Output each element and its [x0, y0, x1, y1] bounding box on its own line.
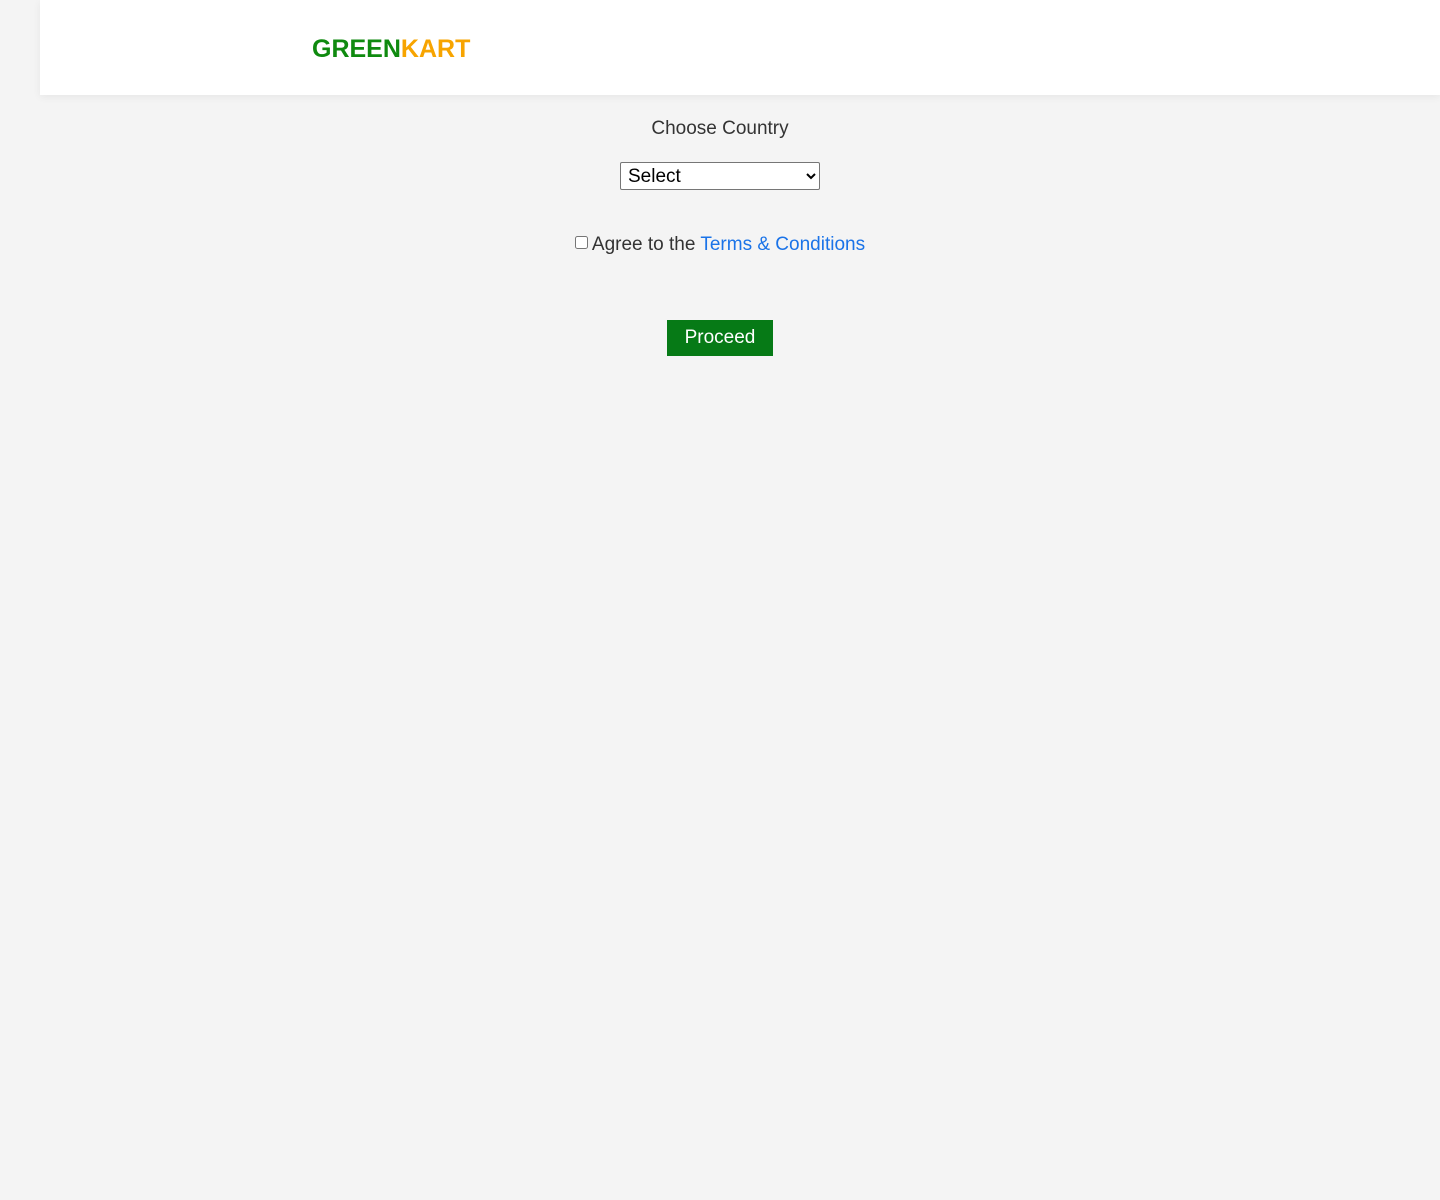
agree-terms-checkbox[interactable]	[574, 236, 588, 250]
choose-country-label: Choose Country	[651, 118, 789, 139]
brand-logo[interactable]: GREENKART	[312, 34, 470, 64]
proceed-button[interactable]: Proceed	[667, 320, 773, 356]
brand-logo-orange-text: KART	[400, 35, 471, 63]
country-select[interactable]: Select	[620, 162, 820, 190]
site-header: GREENKART	[40, 0, 1440, 95]
agree-terms-text: Agree to the	[591, 234, 696, 255]
terms-agreement-row: Agree to the Terms & Conditions	[0, 233, 1440, 257]
brand-logo-green-text: GREEN	[312, 35, 401, 63]
terms-conditions-link[interactable]: Terms & Conditions	[700, 234, 865, 255]
